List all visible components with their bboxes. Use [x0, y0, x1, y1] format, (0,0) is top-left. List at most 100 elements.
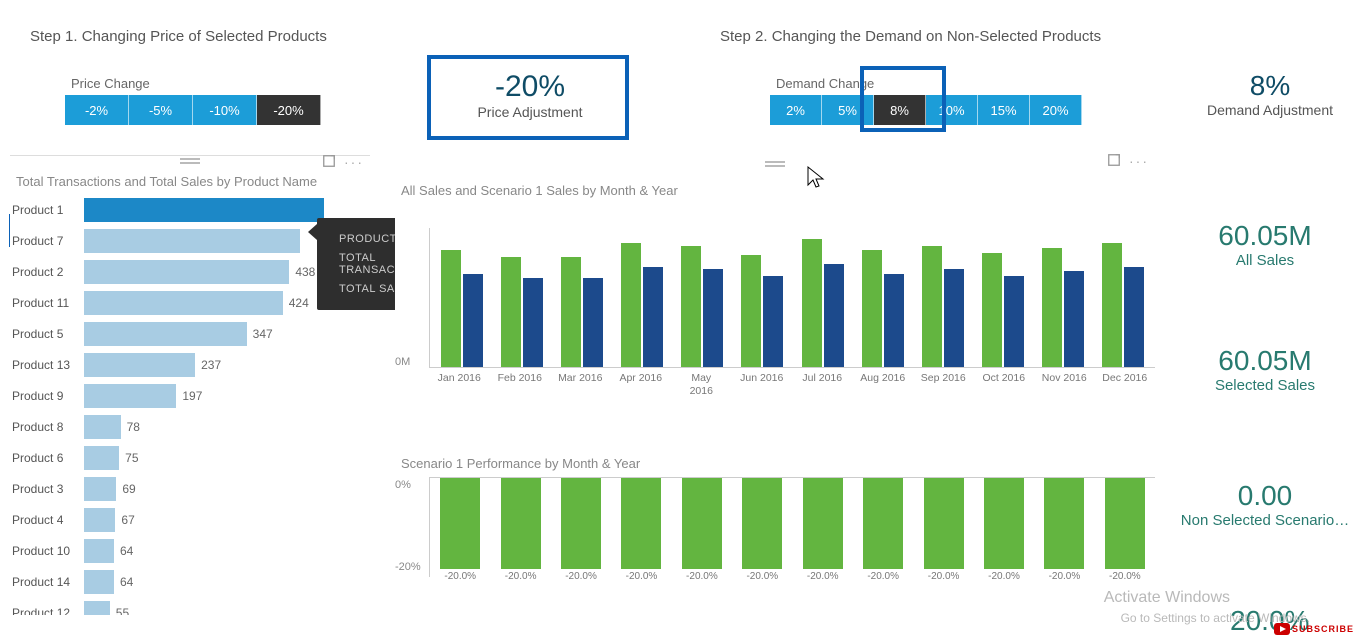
perf-column	[1044, 478, 1084, 569]
product-value-label: 438	[295, 265, 315, 279]
product-bar-row[interactable]: Product 13237	[10, 350, 370, 379]
product-label: Product 2	[10, 265, 82, 279]
perf-value-label: -20.0%	[867, 571, 899, 582]
kpi-price-label: Price Adjustment	[430, 104, 630, 120]
month-group[interactable]	[855, 250, 911, 367]
product-bar-row[interactable]: Product 878	[10, 412, 370, 441]
demand-slicer-option[interactable]: 8%	[874, 95, 926, 125]
price-slicer-option[interactable]: -20%	[257, 95, 321, 125]
product-bar	[84, 291, 283, 315]
product-label: Product 10	[10, 544, 82, 558]
demand-slicer-option[interactable]: 10%	[926, 95, 978, 125]
demand-change-slicer: Demand Change 2%5%8%10%15%20%	[770, 76, 1082, 125]
perf-value-label: -20.0%	[807, 571, 839, 582]
product-bar-row[interactable]: Product 2 438	[10, 257, 370, 286]
product-bar	[84, 353, 195, 377]
perf-value-label: -20.0%	[565, 571, 597, 582]
product-bar-row[interactable]: Product 12 55	[10, 598, 370, 615]
perf-group[interactable]: -20.0%	[611, 478, 671, 577]
product-value-label: 75	[125, 451, 138, 465]
x-axis-label: Oct 2016	[974, 372, 1035, 397]
price-slicer-option[interactable]: -5%	[129, 95, 193, 125]
month-group[interactable]	[434, 250, 490, 367]
month-group[interactable]	[494, 257, 550, 367]
x-axis-label: Jan 2016	[429, 372, 490, 397]
month-group[interactable]	[554, 257, 610, 367]
y-axis-0pct: 0%	[395, 479, 411, 491]
monthly-chart-card[interactable]: ··· All Sales and Scenario 1 Sales by Mo…	[395, 155, 1155, 420]
demand-slicer-option[interactable]: 5%	[822, 95, 874, 125]
product-value-label: 347	[253, 327, 273, 341]
x-axis-label: Sep 2016	[913, 372, 974, 397]
focus-mode-icon[interactable]	[322, 154, 336, 171]
perf-group[interactable]: -20.0%	[672, 478, 732, 577]
kpi-demand-value: 8%	[1190, 70, 1350, 102]
performance-chart-card[interactable]: Scenario 1 Performance by Month & Year 0…	[395, 452, 1155, 627]
product-label: Product 8	[10, 420, 82, 434]
demand-slicer-option[interactable]: 20%	[1030, 95, 1082, 125]
product-bar-row[interactable]: Product 1064	[10, 536, 370, 565]
perf-column	[501, 478, 541, 569]
x-axis-label: Apr 2016	[611, 372, 672, 397]
step2-label: Step 2. Changing the Demand on Non-Selec…	[720, 28, 1101, 45]
product-value-label: 64	[120, 575, 133, 589]
kpi-selected-sales-label: Selected Sales	[1175, 377, 1355, 394]
perf-value-label: -20.0%	[1109, 571, 1141, 582]
perf-group[interactable]: -20.0%	[793, 478, 853, 577]
x-axis-label: Nov 2016	[1034, 372, 1095, 397]
month-group[interactable]	[1035, 248, 1091, 367]
more-options-icon[interactable]: ···	[344, 154, 364, 171]
more-options-icon[interactable]: ···	[1129, 153, 1149, 170]
month-column	[763, 276, 783, 367]
month-group[interactable]	[1095, 243, 1151, 367]
x-axis-label: Dec 2016	[1095, 372, 1156, 397]
demand-slicer-option[interactable]: 2%	[770, 95, 822, 125]
price-slicer-option[interactable]: -2%	[65, 95, 129, 125]
perf-group[interactable]: -20.0%	[551, 478, 611, 577]
month-column	[441, 250, 461, 367]
youtube-subscribe[interactable]: SUBSCRIBE	[1274, 623, 1354, 635]
product-bar-row[interactable]: Product 1464	[10, 567, 370, 596]
product-value-label: 55	[116, 606, 129, 616]
subscribe-label: SUBSCRIBE	[1292, 624, 1354, 634]
perf-group[interactable]: -20.0%	[1034, 478, 1094, 577]
product-bar-row[interactable]: Product 1	[10, 195, 370, 224]
month-group[interactable]	[794, 239, 850, 367]
perf-group[interactable]: -20.0%	[913, 478, 973, 577]
demand-slicer-option[interactable]: 15%	[978, 95, 1030, 125]
youtube-icon	[1274, 623, 1290, 635]
product-bar-row[interactable]: Product 467	[10, 505, 370, 534]
product-bar-row[interactable]: Product 369	[10, 474, 370, 503]
kpi-non-selected-value: 0.00	[1165, 480, 1360, 512]
focus-mode-icon[interactable]	[1107, 153, 1121, 170]
month-column	[802, 239, 822, 367]
kpi-selected-sales: 60.05M Selected Sales	[1175, 345, 1355, 394]
perf-group[interactable]: -20.0%	[430, 478, 490, 577]
price-change-slicer: Price Change -2%-5%-10%-20%	[65, 76, 321, 125]
month-group[interactable]	[975, 253, 1031, 367]
month-group[interactable]	[915, 246, 971, 367]
month-column	[583, 278, 603, 367]
price-slicer-option[interactable]: -10%	[193, 95, 257, 125]
product-label: Product 12	[10, 606, 82, 616]
perf-group[interactable]: -20.0%	[853, 478, 913, 577]
perf-group[interactable]: -20.0%	[974, 478, 1034, 577]
product-bar-row[interactable]: Product 11424	[10, 288, 370, 317]
product-bar-row[interactable]: Product 5 347	[10, 319, 370, 348]
product-label: Product 1	[10, 203, 82, 217]
month-column	[982, 253, 1002, 367]
perf-group[interactable]: -20.0%	[1095, 478, 1155, 577]
product-label: Product 7	[10, 234, 82, 248]
perf-group[interactable]: -20.0%	[732, 478, 792, 577]
perf-value-label: -20.0%	[444, 571, 476, 582]
month-group[interactable]	[734, 255, 790, 367]
product-label: Product 5	[10, 327, 82, 341]
month-group[interactable]	[674, 246, 730, 367]
y-axis-0m: 0M	[395, 356, 410, 368]
perf-group[interactable]: -20.0%	[490, 478, 550, 577]
watermark-title: Activate Windows	[1104, 589, 1230, 607]
product-bar	[84, 601, 110, 616]
product-bar-row[interactable]: Product 9197	[10, 381, 370, 410]
product-bar-row[interactable]: Product 675	[10, 443, 370, 472]
month-group[interactable]	[614, 243, 670, 367]
